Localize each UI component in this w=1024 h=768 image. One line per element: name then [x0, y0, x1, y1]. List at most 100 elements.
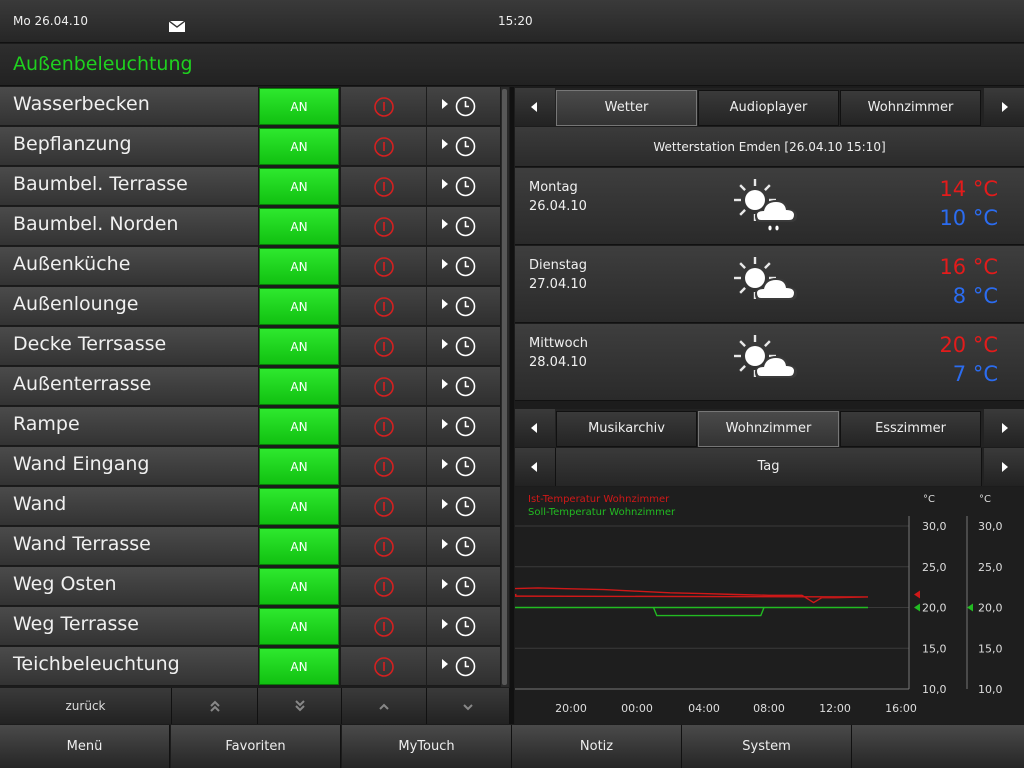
- tab-wohnzimmer[interactable]: Wohnzimmer: [840, 90, 981, 126]
- light-on-button[interactable]: AN: [259, 128, 339, 165]
- light-off-button[interactable]: [341, 367, 426, 406]
- mail-icon[interactable]: [168, 17, 186, 36]
- light-off-button[interactable]: [341, 527, 426, 566]
- page-down-button[interactable]: [258, 688, 342, 724]
- light-on-button[interactable]: AN: [259, 528, 339, 565]
- light-timer-button[interactable]: [427, 407, 500, 446]
- chevron-down-icon: [463, 704, 473, 711]
- light-on-button[interactable]: AN: [259, 448, 339, 485]
- back-button[interactable]: zurück: [0, 688, 172, 724]
- light-off-button[interactable]: [341, 447, 426, 486]
- arrow-right-icon: [442, 539, 448, 549]
- light-off-button[interactable]: [341, 207, 426, 246]
- light-on-button[interactable]: AN: [259, 408, 339, 445]
- light-timer-button[interactable]: [427, 567, 500, 606]
- light-on-button[interactable]: AN: [259, 248, 339, 285]
- tab-room-wohnzimmer[interactable]: Wohnzimmer: [698, 411, 839, 447]
- light-name[interactable]: Außenterrasse: [0, 367, 258, 406]
- light-timer-button[interactable]: [427, 487, 500, 526]
- page-up-button[interactable]: [172, 688, 258, 724]
- light-name[interactable]: Wand Eingang: [0, 447, 258, 486]
- temperature-chart: °C °C 30,0 30,0 25,0 25,0 20,0 20,0 15,0 15,0 10,0…: [488, 487, 1024, 724]
- light-off-button[interactable]: [341, 607, 426, 646]
- light-on-button[interactable]: AN: [259, 368, 339, 405]
- light-timer-button[interactable]: [427, 87, 500, 126]
- light-name[interactable]: Wand: [0, 487, 258, 526]
- light-off-button[interactable]: [341, 647, 426, 686]
- room-tabs-next-button[interactable]: [984, 409, 1024, 447]
- light-timer-button[interactable]: [427, 247, 500, 286]
- light-timer-button[interactable]: [427, 167, 500, 206]
- top-tabs-prev-button[interactable]: [515, 88, 555, 126]
- light-on-button[interactable]: AN: [259, 328, 339, 365]
- light-on-button[interactable]: AN: [259, 488, 339, 525]
- arrow-right-icon: [442, 579, 448, 589]
- light-off-button[interactable]: [341, 407, 426, 446]
- light-off-button[interactable]: [341, 167, 426, 206]
- light-name[interactable]: Außenlounge: [0, 287, 258, 326]
- chart-y-tick-label-left: 20,0: [922, 602, 947, 615]
- light-timer-button[interactable]: [427, 647, 500, 686]
- light-off-button[interactable]: [341, 567, 426, 606]
- light-name[interactable]: Weg Osten: [0, 567, 258, 606]
- light-on-button[interactable]: AN: [259, 608, 339, 645]
- light-name[interactable]: Rampe: [0, 407, 258, 446]
- forecast-low-temp: 10 °C: [939, 206, 998, 230]
- light-timer-button[interactable]: [427, 207, 500, 246]
- light-timer-button[interactable]: [427, 447, 500, 486]
- chart-y-tick-label-left: 15,0: [922, 642, 947, 655]
- forecast-day-date: 26.04.10: [529, 199, 587, 214]
- tab-wetter[interactable]: Wetter: [556, 90, 697, 126]
- light-timer-button[interactable]: [427, 367, 500, 406]
- light-off-button[interactable]: [341, 327, 426, 366]
- light-off-button[interactable]: [341, 487, 426, 526]
- list-scrollbar[interactable]: [501, 87, 509, 687]
- light-timer-button[interactable]: [427, 287, 500, 326]
- top-tabs-next-button[interactable]: [984, 88, 1024, 126]
- light-timer-button[interactable]: [427, 127, 500, 166]
- light-name[interactable]: Außenküche: [0, 247, 258, 286]
- period-next-button[interactable]: [984, 448, 1024, 486]
- light-name[interactable]: Bepflanzung: [0, 127, 258, 166]
- light-name[interactable]: Baumbel. Terrasse: [0, 167, 258, 206]
- light-timer-button[interactable]: [427, 607, 500, 646]
- light-on-button[interactable]: AN: [259, 568, 339, 605]
- light-name[interactable]: Wasserbecken: [0, 87, 258, 126]
- tab-audioplayer[interactable]: Audioplayer: [698, 90, 839, 126]
- light-name[interactable]: Weg Terrasse: [0, 607, 258, 646]
- light-name[interactable]: Decke Terrsasse: [0, 327, 258, 366]
- menu-button[interactable]: Menü: [0, 725, 170, 768]
- arrow-right-icon: [442, 179, 448, 189]
- scroll-down-button[interactable]: [427, 688, 510, 724]
- light-row: Teichbeleuchtung AN: [0, 647, 500, 687]
- light-name[interactable]: Teichbeleuchtung: [0, 647, 258, 686]
- light-name[interactable]: Baumbel. Norden: [0, 207, 258, 246]
- note-button[interactable]: Notiz: [512, 725, 682, 768]
- favorites-button[interactable]: Favoriten: [171, 725, 341, 768]
- light-row: Wand Eingang AN: [0, 447, 500, 487]
- light-on-button[interactable]: AN: [259, 88, 339, 125]
- tab-musikarchiv[interactable]: Musikarchiv: [556, 411, 697, 447]
- light-on-button[interactable]: AN: [259, 288, 339, 325]
- chart-unit-right: °C: [979, 494, 991, 505]
- light-timer-button[interactable]: [427, 327, 500, 366]
- scroll-up-button[interactable]: [342, 688, 427, 724]
- light-off-button[interactable]: [341, 287, 426, 326]
- system-button[interactable]: System: [682, 725, 852, 768]
- light-on-button[interactable]: AN: [259, 208, 339, 245]
- tab-esszimmer[interactable]: Esszimmer: [840, 411, 981, 447]
- arrow-left-icon: [531, 423, 537, 433]
- light-name[interactable]: Wand Terrasse: [0, 527, 258, 566]
- period-prev-button[interactable]: [515, 448, 555, 486]
- clock-icon: [455, 416, 476, 437]
- light-timer-button[interactable]: [427, 527, 500, 566]
- light-off-button[interactable]: [341, 87, 426, 126]
- scrollbar-thumb[interactable]: [502, 89, 507, 685]
- light-on-button[interactable]: AN: [259, 168, 339, 205]
- room-tabs-prev-button[interactable]: [515, 409, 555, 447]
- light-on-button[interactable]: AN: [259, 648, 339, 685]
- light-off-button[interactable]: [341, 247, 426, 286]
- status-time: 15:20: [498, 14, 533, 28]
- mytouch-button[interactable]: MyTouch: [342, 725, 512, 768]
- light-off-button[interactable]: [341, 127, 426, 166]
